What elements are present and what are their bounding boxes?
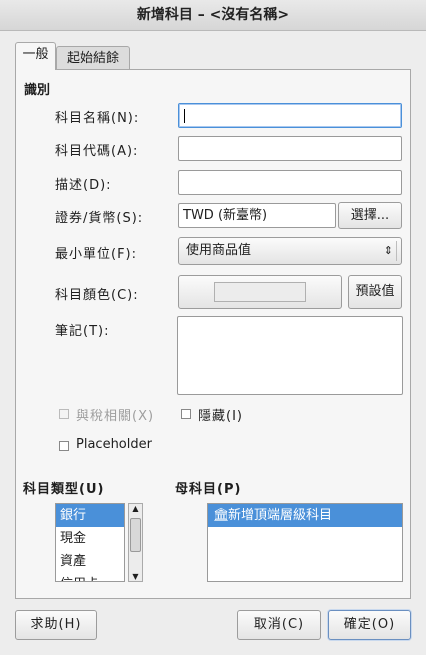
window-title: 新增科目 – <沒有名稱>: [0, 0, 426, 31]
parent-account-label: 新增頂端層級科目: [228, 508, 333, 523]
parent-account-item[interactable]: 🏛 新增頂端層級科目: [208, 504, 402, 527]
account-code-input[interactable]: [178, 136, 402, 161]
account-name-input[interactable]: [178, 103, 402, 128]
account-type-scrollbar[interactable]: ▲ ▼: [128, 503, 143, 582]
bank-icon: 🏛: [213, 508, 230, 523]
account-type-item[interactable]: 銀行: [56, 504, 124, 527]
dropdown-separator: [396, 241, 397, 261]
scroll-up-icon[interactable]: ▲: [130, 504, 141, 513]
account-type-item[interactable]: 信用卡: [56, 573, 124, 581]
account-color-label: 科目顏色(C):: [55, 288, 139, 303]
color-swatch: [214, 282, 306, 302]
smallest-unit-dropdown[interactable]: 使用商品值 ⇕: [178, 237, 402, 265]
account-type-list[interactable]: 銀行 現金 資產 信用卡: [55, 503, 125, 582]
account-type-item[interactable]: 資產: [56, 550, 124, 573]
account-code-label: 科目代碼(A):: [55, 144, 139, 159]
section-identification-title: 識別: [24, 83, 51, 98]
security-label: 證券/貨幣(S):: [55, 211, 144, 226]
tab-general[interactable]: 一般: [15, 42, 56, 70]
hidden-label: 隱藏(I): [198, 409, 243, 424]
updown-arrows-icon: ⇕: [383, 244, 393, 257]
scrollbar-thumb[interactable]: [130, 518, 141, 552]
notes-textarea[interactable]: [177, 316, 403, 395]
tab-opening-balance[interactable]: 起始結餘: [56, 46, 130, 70]
account-name-label: 科目名稱(N):: [55, 111, 140, 126]
placeholder-checkbox[interactable]: [59, 441, 69, 451]
placeholder-label: Placeholder: [76, 437, 152, 452]
ok-button[interactable]: 確定(O): [328, 610, 411, 640]
help-button[interactable]: 求助(H): [15, 610, 97, 640]
smallest-unit-label: 最小單位(F):: [55, 247, 138, 262]
text-caret: [184, 109, 185, 123]
parent-account-title: 母科目(P): [175, 482, 242, 497]
account-type-title: 科目類型(U): [23, 482, 105, 497]
description-label: 描述(D):: [55, 178, 112, 193]
tax-related-checkbox[interactable]: [59, 409, 69, 419]
notes-label: 筆記(T):: [55, 324, 110, 339]
hidden-checkbox[interactable]: [181, 409, 191, 419]
scroll-down-icon[interactable]: ▼: [130, 572, 141, 581]
account-type-item[interactable]: 現金: [56, 527, 124, 550]
cancel-button[interactable]: 取消(C): [237, 610, 321, 640]
smallest-unit-value: 使用商品值: [186, 243, 252, 258]
account-color-button[interactable]: [178, 275, 342, 309]
tax-related-label: 與稅相關(X): [76, 409, 155, 424]
description-input[interactable]: [178, 170, 402, 195]
parent-account-tree[interactable]: 🏛 新增頂端層級科目: [207, 503, 403, 582]
security-field[interactable]: TWD (新臺幣): [178, 203, 336, 228]
default-color-button[interactable]: 預設值: [348, 275, 402, 309]
select-security-button[interactable]: 選擇...: [338, 202, 402, 229]
